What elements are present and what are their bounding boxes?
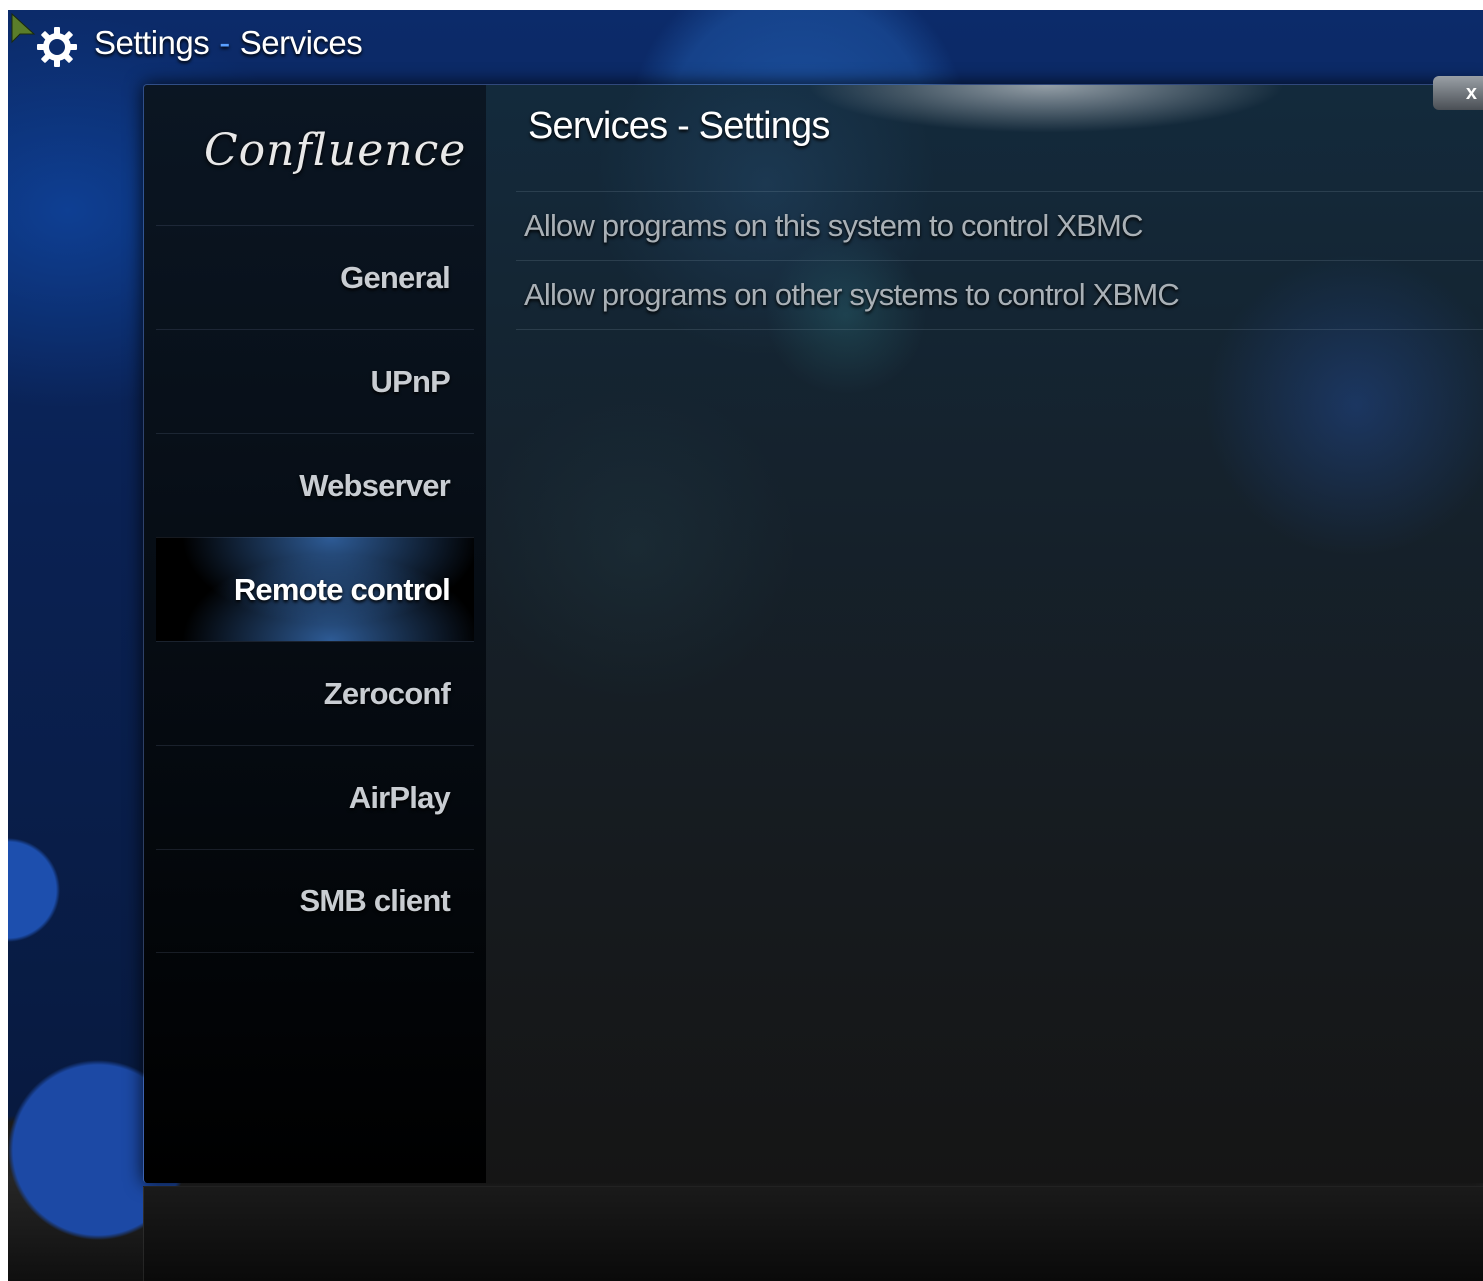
window-title: Settings - Services xyxy=(94,24,363,62)
sidebar-item-general[interactable]: General xyxy=(156,225,474,329)
mouse-pointer-icon xyxy=(11,12,36,44)
settings-content: Services - Settings Allow programs on th… xyxy=(486,85,1483,1183)
setting-allow-local-control[interactable]: Allow programs on this system to control… xyxy=(516,191,1483,260)
bottom-panel xyxy=(143,1186,1483,1281)
close-button[interactable]: x xyxy=(1433,76,1483,110)
sidebar-item-upnp[interactable]: UPnP xyxy=(156,329,474,433)
setting-label: Allow programs on other systems to contr… xyxy=(524,277,1180,312)
setting-label: Allow programs on this system to control… xyxy=(524,208,1143,243)
sidebar: Confluence General UPnP Webserver Remote… xyxy=(144,85,486,1183)
dialog-title: Services - Settings xyxy=(528,105,830,147)
sidebar-item-webserver[interactable]: Webserver xyxy=(156,433,474,537)
sidebar-nav: General UPnP Webserver Remote control Ze… xyxy=(156,225,474,953)
sidebar-item-zeroconf[interactable]: Zeroconf xyxy=(156,641,474,745)
title-subsection: Services xyxy=(239,24,363,61)
title-separator: - xyxy=(219,24,230,61)
confluence-logo: Confluence xyxy=(204,125,467,176)
sidebar-item-remote-control[interactable]: Remote control xyxy=(156,537,474,641)
screen: Settings - Services Confluence General UPn… xyxy=(8,10,1483,1281)
header-glow xyxy=(806,85,1286,133)
gear-icon xyxy=(37,27,77,67)
title-section: Settings xyxy=(94,24,210,61)
settings-dialog: Confluence General UPnP Webserver Remote… xyxy=(143,84,1483,1183)
sidebar-item-airplay[interactable]: AirPlay xyxy=(156,745,474,849)
setting-allow-remote-control[interactable]: Allow programs on other systems to contr… xyxy=(516,260,1483,330)
sidebar-item-smb-client[interactable]: SMB client xyxy=(156,849,474,953)
